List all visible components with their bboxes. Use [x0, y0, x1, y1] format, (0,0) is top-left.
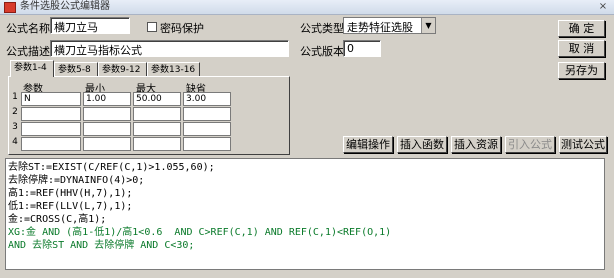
param-name-1[interactable]: N: [21, 92, 81, 106]
tab-params-9-12[interactable]: 参数9-12: [98, 62, 147, 76]
code-text: 高1:=REF(HHV(H,7),1);: [8, 188, 133, 199]
param-min-3[interactable]: [83, 122, 131, 136]
code-line-2: 去除停牌:=DYNAINFO(4)>0;: [8, 174, 144, 187]
params-panel: 参数 最小 最大 缺省 1 N 1.00 50.00 3.00 2 3 4: [8, 76, 290, 155]
app-icon: [4, 2, 16, 13]
formula-version-label: 公式版本: [300, 45, 344, 58]
code-text: XG:金 AND (高1-低1)/高1<0.6 AND C>REF(C,1) A…: [8, 227, 392, 238]
code-text: 去除ST:=EXIST(C/REF(C,1)>1.055,60);: [8, 162, 215, 173]
formula-name-field[interactable]: 横刀立马: [50, 17, 130, 34]
edit-ops-button[interactable]: 编辑操作: [343, 136, 393, 153]
param-min-2[interactable]: [83, 107, 131, 121]
tab-params-13-16[interactable]: 参数13-16: [147, 62, 200, 76]
row-number-4: 4: [12, 137, 18, 147]
param-max-4[interactable]: [133, 137, 181, 151]
formula-type-value: 走势特征选股: [347, 21, 413, 34]
param-default-4[interactable]: [183, 137, 231, 151]
tab-params-1-4[interactable]: 参数1-4: [10, 60, 54, 77]
param-max-2[interactable]: [133, 107, 181, 121]
close-icon[interactable]: ×: [596, 1, 610, 12]
formula-version-field[interactable]: 0: [343, 40, 381, 57]
ok-button[interactable]: 确 定: [558, 20, 605, 37]
param-min-1[interactable]: 1.00: [83, 92, 131, 106]
insert-function-button[interactable]: 插入函数: [397, 136, 447, 153]
code-text: 低1:=REF(LLV(L,7),1);: [8, 201, 133, 212]
password-label: 密码保护: [160, 22, 204, 35]
code-line-7: AND 去除ST AND 去除停牌 AND C<30;: [8, 239, 194, 252]
formula-type-select[interactable]: 走势特征选股 ▼: [343, 17, 436, 34]
title-bar: 条件选股公式编辑器 ×: [0, 0, 614, 15]
param-default-2[interactable]: [183, 107, 231, 121]
row-number-1: 1: [12, 92, 18, 102]
chevron-down-icon[interactable]: ▼: [421, 18, 435, 33]
code-text: 金:=CROSS(C,高1);: [8, 214, 107, 225]
formula-type-label: 公式类型: [300, 22, 344, 35]
param-default-1[interactable]: 3.00: [183, 92, 231, 106]
param-name-3[interactable]: [21, 122, 81, 136]
code-line-5: 金:=CROSS(C,高1);: [8, 213, 106, 226]
row-number-3: 3: [12, 122, 18, 132]
save-as-button[interactable]: 另存为: [558, 62, 605, 79]
param-max-3[interactable]: [133, 122, 181, 136]
cancel-button[interactable]: 取 消: [558, 40, 605, 57]
code-line-4: 低1:=REF(LLV(L,7),1);: [8, 200, 132, 213]
tab-params-5-8[interactable]: 参数5-8: [54, 62, 98, 76]
insert-resource-button[interactable]: 插入资源: [451, 136, 501, 153]
param-min-4[interactable]: [83, 137, 131, 151]
code-line-6: XG:金 AND (高1-低1)/高1<0.6 AND C>REF(C,1) A…: [8, 226, 391, 239]
param-name-2[interactable]: [21, 107, 81, 121]
param-max-1[interactable]: 50.00: [133, 92, 181, 106]
formula-name-label: 公式名称: [6, 22, 50, 35]
formula-editor[interactable]: 去除ST:=EXIST(C/REF(C,1)>1.055,60); 去除停牌:=…: [5, 158, 605, 270]
code-text: 去除停牌:=DYNAINFO(4)>0;: [8, 175, 145, 186]
param-name-4[interactable]: [21, 137, 81, 151]
param-tabs: 参数1-4 参数5-8 参数9-12 参数13-16: [10, 60, 210, 77]
param-default-3[interactable]: [183, 122, 231, 136]
import-formula-button[interactable]: 引入公式: [505, 136, 555, 153]
password-checkbox[interactable]: [147, 22, 157, 32]
formula-desc-label: 公式描述: [6, 45, 50, 58]
code-text: AND 去除ST AND 去除停牌 AND C<30;: [8, 240, 195, 251]
formula-desc-field[interactable]: 横刀立马指标公式: [50, 40, 289, 57]
code-line-1: 去除ST:=EXIST(C/REF(C,1)>1.055,60);: [8, 161, 215, 174]
code-line-3: 高1:=REF(HHV(H,7),1);: [8, 187, 132, 200]
window-title: 条件选股公式编辑器: [20, 1, 110, 12]
row-number-2: 2: [12, 107, 18, 117]
test-formula-button[interactable]: 测试公式: [559, 136, 607, 153]
